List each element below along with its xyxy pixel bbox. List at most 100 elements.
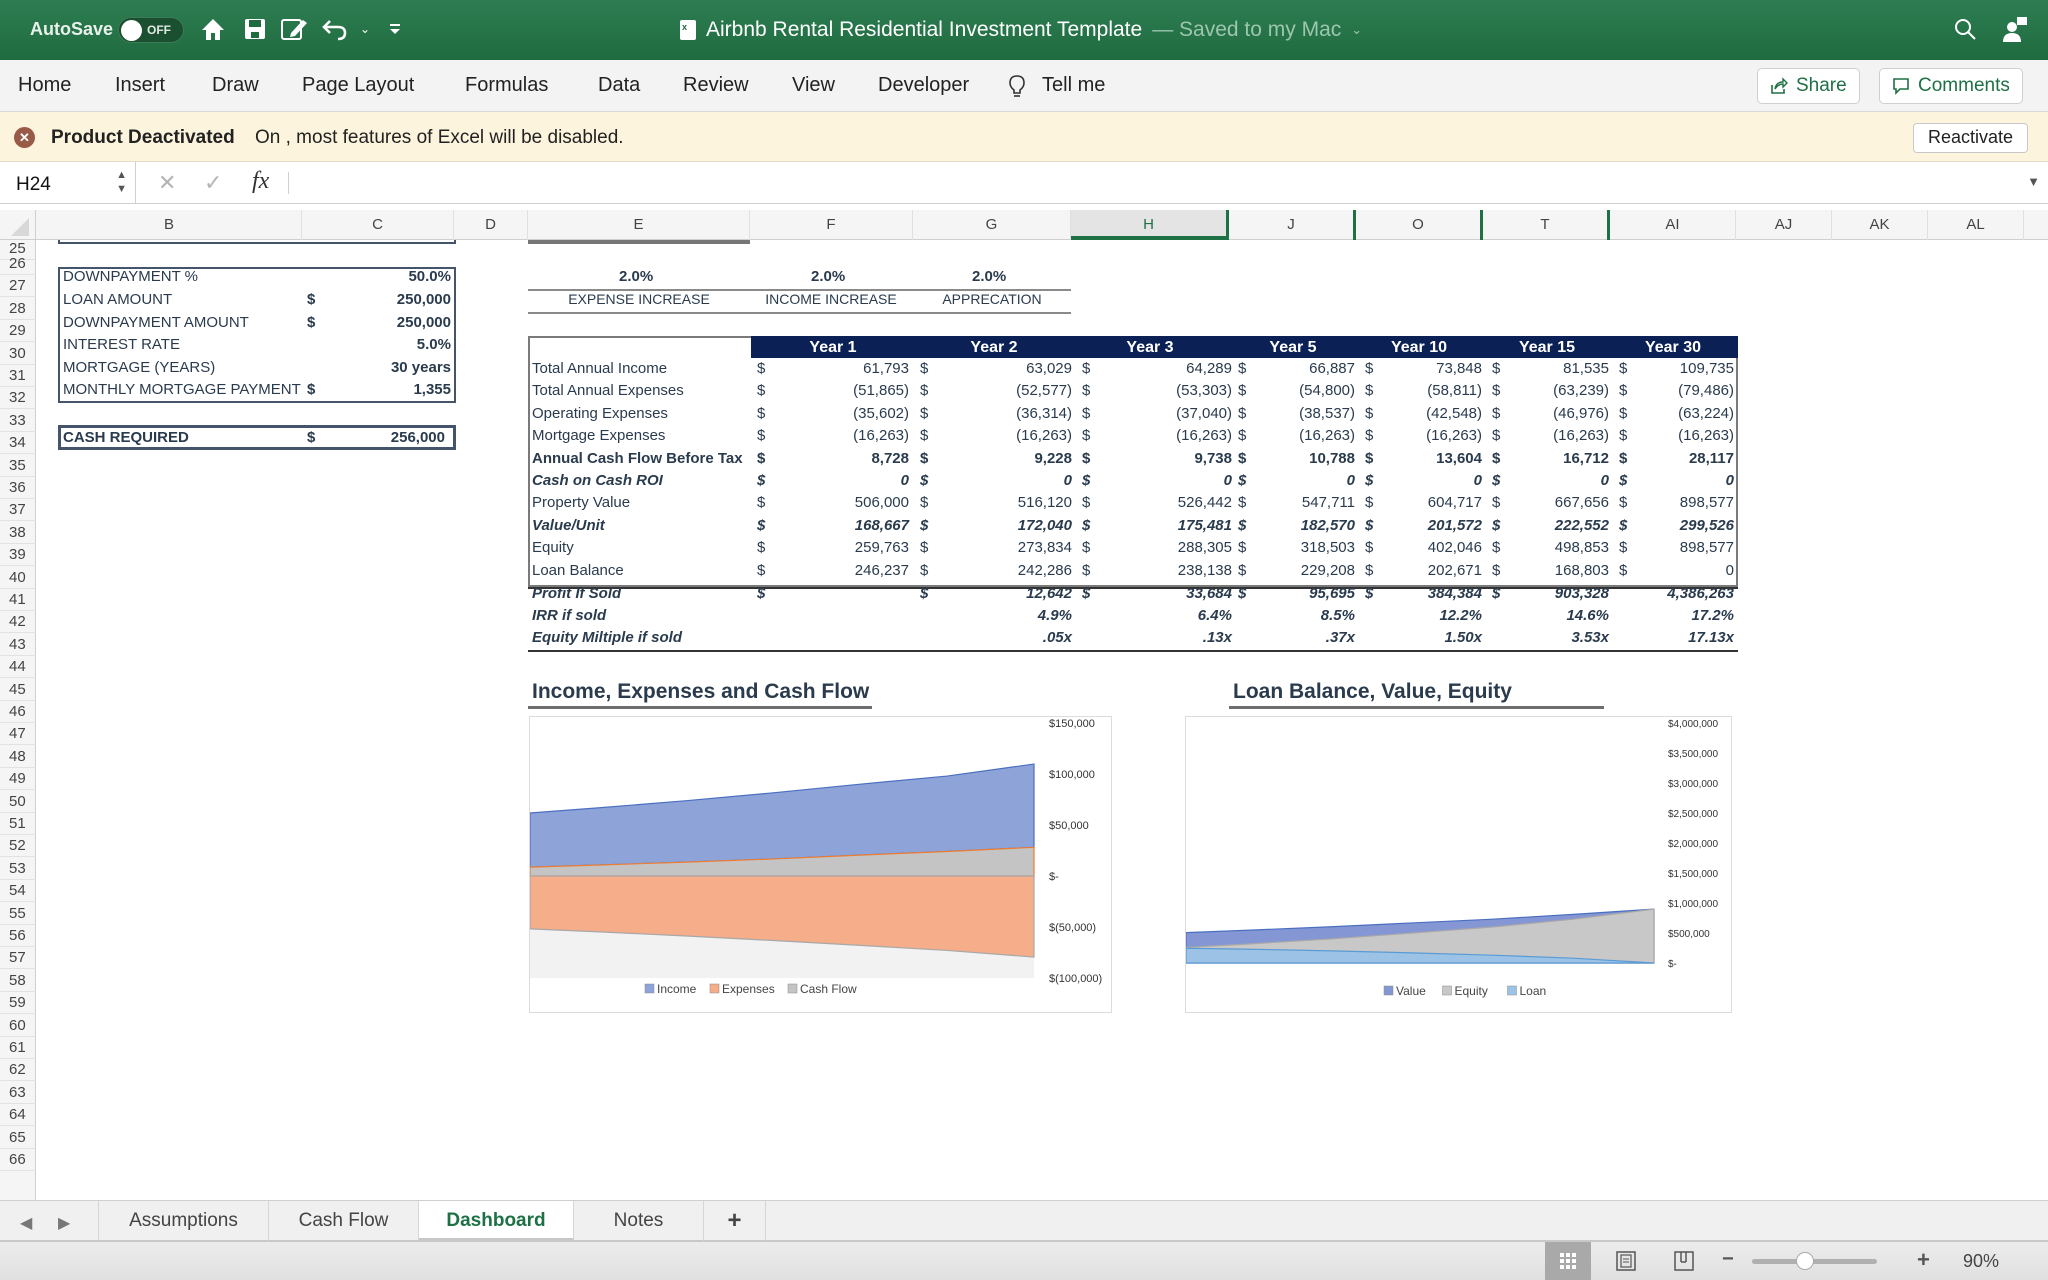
row-header-45[interactable]: 45	[0, 679, 36, 701]
income-expenses-chart[interactable]: $150,000 $100,000 $50,000 $- $(50,000) $(100,…	[529, 716, 1112, 1013]
row-header-50[interactable]: 50	[0, 791, 36, 813]
row-header-41[interactable]: 41	[0, 589, 36, 611]
name-box[interactable]: H24 ▲ ▼	[0, 162, 136, 204]
tab-page-layout[interactable]: Page Layout	[302, 74, 414, 97]
row-header-46[interactable]: 46	[0, 701, 36, 723]
tab-formulas[interactable]: Formulas	[465, 74, 548, 97]
column-header-ak[interactable]: AK	[1832, 210, 1928, 240]
row-header-34[interactable]: 34	[0, 432, 36, 454]
zoom-level[interactable]: 90%	[1963, 1251, 1999, 1272]
row-header-29[interactable]: 29	[0, 320, 36, 342]
row-header-66[interactable]: 66	[0, 1149, 36, 1171]
worksheet[interactable]: Income, Expenses and Cash Flow $150,000 $…	[37, 240, 2048, 1200]
column-header-b[interactable]: B	[37, 210, 302, 240]
row-header-38[interactable]: 38	[0, 522, 36, 544]
row-header-30[interactable]: 30	[0, 343, 36, 365]
column-header-t[interactable]: T	[1483, 210, 1610, 240]
column-header-e[interactable]: E	[528, 210, 750, 240]
row-header-40[interactable]: 40	[0, 567, 36, 589]
column-header-aj[interactable]: AJ	[1736, 210, 1832, 240]
search-icon[interactable]	[1950, 14, 1980, 44]
column-header-o[interactable]: O	[1356, 210, 1483, 240]
row-header-28[interactable]: 28	[0, 298, 36, 320]
tab-home[interactable]: Home	[18, 74, 71, 97]
next-sheet-icon[interactable]: ▶	[58, 1213, 70, 1233]
row-header-62[interactable]: 62	[0, 1059, 36, 1081]
row-header-63[interactable]: 63	[0, 1082, 36, 1104]
page-break-view-icon[interactable]	[1661, 1242, 1707, 1280]
customize-toolbar-icon[interactable]	[380, 14, 410, 44]
tab-developer[interactable]: Developer	[878, 74, 969, 97]
row-header-37[interactable]: 37	[0, 499, 36, 521]
row-header-55[interactable]: 55	[0, 903, 36, 925]
column-header-f[interactable]: F	[750, 210, 913, 240]
normal-view-icon[interactable]	[1545, 1242, 1591, 1280]
column-header-j[interactable]: J	[1229, 210, 1356, 240]
account-icon[interactable]	[2000, 14, 2030, 44]
row-header-54[interactable]: 54	[0, 880, 36, 902]
function-icon[interactable]: fx	[252, 168, 269, 195]
reactivate-button[interactable]: Reactivate	[1912, 123, 2028, 153]
loan-value-equity-chart[interactable]: $4,000,000 $3,500,000 $3,000,000 $2,500,000…	[1185, 716, 1732, 1013]
row-header-51[interactable]: 51	[0, 813, 36, 835]
zoom-out-button[interactable]: −	[1722, 1248, 1734, 1271]
undo-dropdown-icon[interactable]: ⌄	[350, 14, 380, 44]
saved-status[interactable]: — Saved to my Mac	[1152, 18, 1341, 42]
tell-me-search[interactable]: Tell me	[1042, 74, 1105, 97]
sheet-tab-assumptions[interactable]: Assumptions	[99, 1201, 269, 1241]
edit-document-icon[interactable]	[280, 14, 310, 44]
check-icon[interactable]: ✓	[204, 170, 222, 196]
column-header-d[interactable]: D	[454, 210, 528, 240]
tab-data[interactable]: Data	[598, 74, 640, 97]
row-header-33[interactable]: 33	[0, 410, 36, 432]
sheet-tab-dashboard[interactable]: Dashboard	[419, 1201, 574, 1241]
row-header-39[interactable]: 39	[0, 544, 36, 566]
save-icon[interactable]	[240, 14, 270, 44]
cancel-icon[interactable]: ✕	[158, 170, 176, 196]
home-icon[interactable]	[198, 14, 228, 44]
row-header-56[interactable]: 56	[0, 925, 36, 947]
tab-insert[interactable]: Insert	[115, 74, 165, 97]
row-header-65[interactable]: 65	[0, 1127, 36, 1149]
zoom-slider-knob[interactable]	[1795, 1252, 1814, 1270]
sheet-tab-notes[interactable]: Notes	[574, 1201, 704, 1241]
prev-sheet-icon[interactable]: ◀	[20, 1213, 32, 1233]
column-header-ai[interactable]: AI	[1610, 210, 1736, 240]
row-header-49[interactable]: 49	[0, 768, 36, 790]
row-header-58[interactable]: 58	[0, 970, 36, 992]
row-header-26[interactable]: 26	[0, 253, 36, 275]
page-layout-view-icon[interactable]	[1603, 1242, 1649, 1280]
row-header-27[interactable]: 27	[0, 275, 36, 297]
row-header-64[interactable]: 64	[0, 1104, 36, 1126]
row-header-31[interactable]: 31	[0, 365, 36, 387]
column-header-al[interactable]: AL	[1928, 210, 2024, 240]
row-header-61[interactable]: 61	[0, 1037, 36, 1059]
row-header-35[interactable]: 35	[0, 455, 36, 477]
zoom-slider[interactable]	[1752, 1252, 1877, 1270]
sheet-tab-cash-flow[interactable]: Cash Flow	[269, 1201, 419, 1241]
row-header-52[interactable]: 52	[0, 835, 36, 857]
row-header-44[interactable]: 44	[0, 656, 36, 678]
row-header-43[interactable]: 43	[0, 634, 36, 656]
row-header-36[interactable]: 36	[0, 477, 36, 499]
undo-icon[interactable]	[320, 14, 350, 44]
lightbulb-icon[interactable]	[1008, 74, 1026, 104]
tab-view[interactable]: View	[792, 74, 835, 97]
expand-formula-bar-icon[interactable]: ▼	[2027, 174, 2040, 189]
tab-review[interactable]: Review	[683, 74, 749, 97]
zoom-in-button[interactable]: +	[1917, 1247, 1930, 1273]
tab-draw[interactable]: Draw	[212, 74, 259, 97]
autosave-toggle[interactable]: OFF	[118, 17, 184, 43]
share-button[interactable]: Share	[1757, 68, 1860, 104]
row-header-48[interactable]: 48	[0, 746, 36, 768]
column-header-g[interactable]: G	[913, 210, 1071, 240]
add-sheet-button[interactable]: +	[704, 1201, 766, 1241]
select-all-button[interactable]	[0, 210, 36, 240]
row-header-42[interactable]: 42	[0, 611, 36, 633]
name-box-spinner-icon[interactable]: ▲ ▼	[116, 168, 127, 196]
chevron-down-icon[interactable]: ⌄	[1351, 22, 1362, 38]
row-header-57[interactable]: 57	[0, 947, 36, 969]
column-header-c[interactable]: C	[302, 210, 454, 240]
column-header-h[interactable]: H	[1071, 210, 1229, 240]
row-header-60[interactable]: 60	[0, 1015, 36, 1037]
